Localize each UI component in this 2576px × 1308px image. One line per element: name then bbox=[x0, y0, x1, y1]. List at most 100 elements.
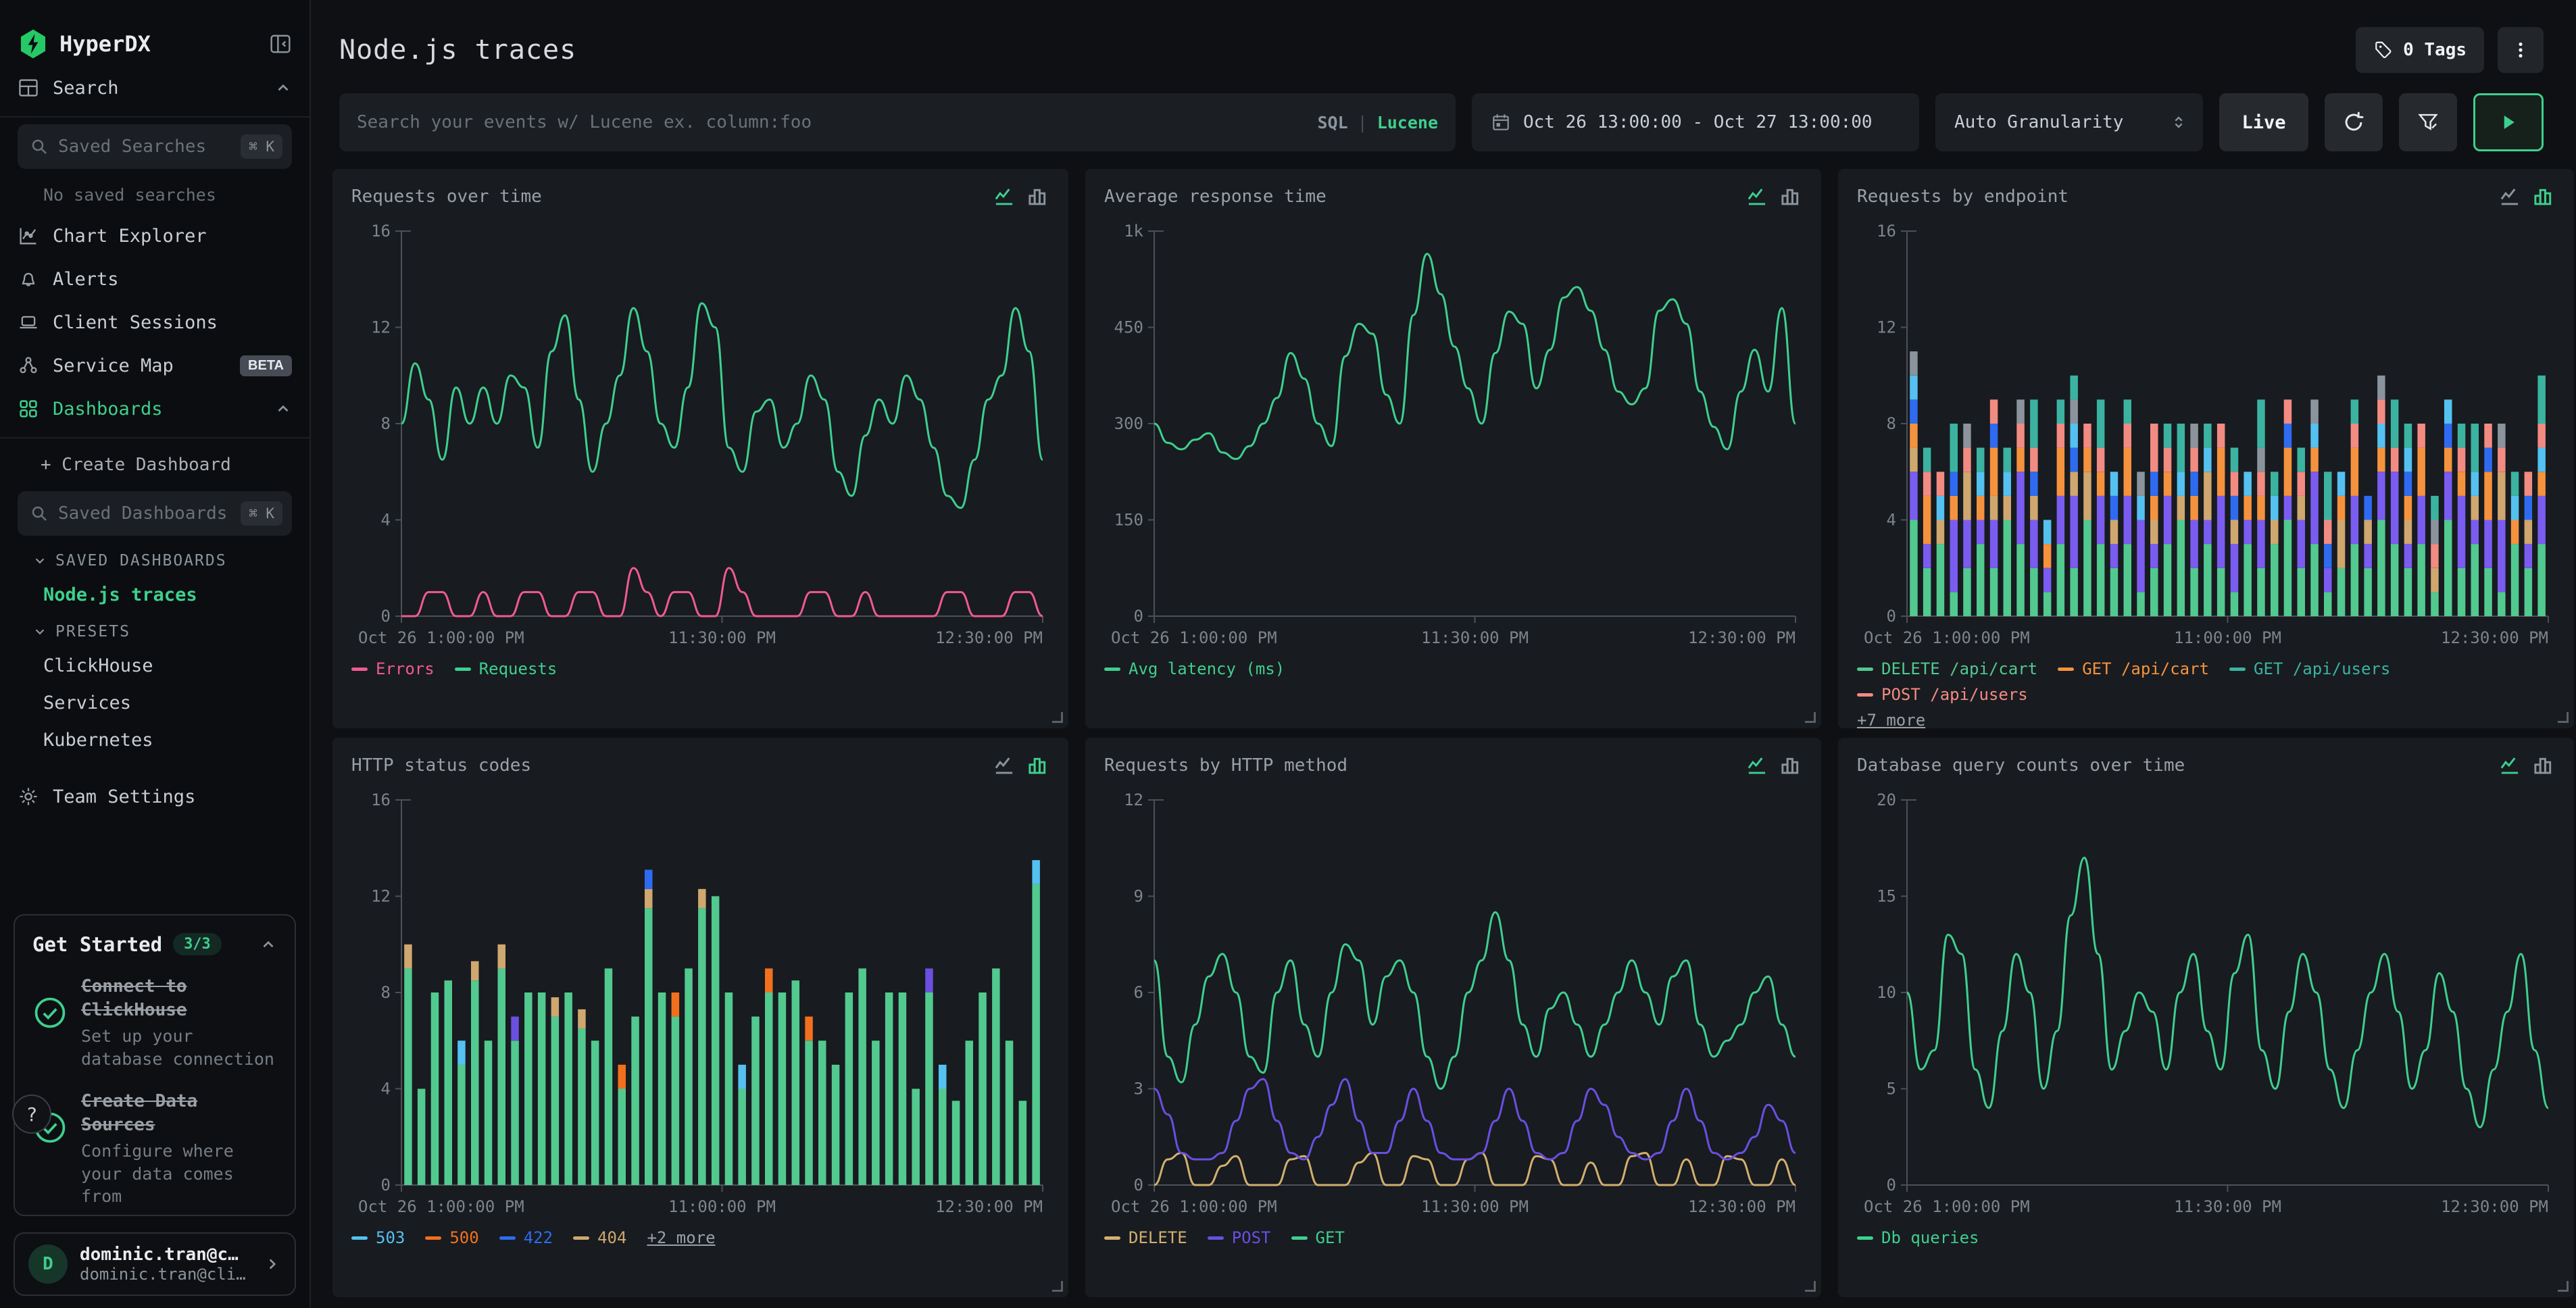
sidebar-item-search[interactable]: Search bbox=[0, 66, 309, 109]
chart-canvas[interactable]: 0481216Oct 26 1:00:00 PM11:00:00 PM12:30… bbox=[1857, 220, 2555, 653]
more-options-button[interactable] bbox=[2498, 27, 2544, 73]
tags-button[interactable]: 0 Tags bbox=[2356, 27, 2484, 73]
get-started-item[interactable]: Create Data Sources Configure where your… bbox=[32, 1090, 277, 1208]
legend-item[interactable]: GET bbox=[1291, 1228, 1345, 1247]
refresh-button[interactable] bbox=[2325, 93, 2383, 151]
sidebar-collapse-icon[interactable] bbox=[269, 32, 292, 55]
legend-item[interactable]: 500 bbox=[425, 1228, 478, 1247]
preset-item-services[interactable]: Services bbox=[0, 684, 309, 722]
chart-canvas[interactable]: 036912Oct 26 1:00:00 PM11:30:00 PM12:30:… bbox=[1104, 789, 1802, 1222]
calendar-icon bbox=[1491, 112, 1511, 132]
granularity-select[interactable]: Auto Granularity bbox=[1935, 93, 2203, 151]
chart-canvas[interactable]: 0481216Oct 26 1:00:00 PM11:00:00 PM12:30… bbox=[351, 789, 1049, 1222]
svg-text:Oct 26 1:00:00 PM: Oct 26 1:00:00 PM bbox=[358, 628, 524, 647]
line-chart-icon[interactable] bbox=[993, 754, 1016, 777]
chart-panel: Database query counts over time 05101520… bbox=[1838, 738, 2574, 1297]
presets-group[interactable]: PRESETS bbox=[0, 613, 309, 647]
panel-title: Database query counts over time bbox=[1857, 755, 2185, 776]
line-chart-icon[interactable] bbox=[2498, 185, 2521, 208]
brand-row: HyperDX bbox=[0, 19, 309, 66]
run-query-button[interactable] bbox=[2473, 93, 2544, 151]
bar-chart-icon[interactable] bbox=[1779, 754, 1802, 777]
legend-item[interactable]: Requests bbox=[455, 659, 558, 678]
svg-text:0: 0 bbox=[1134, 607, 1143, 626]
sidebar-item-dashboards[interactable]: Dashboards bbox=[0, 387, 309, 430]
sidebar-item-service-map[interactable]: Service Map BETA bbox=[0, 344, 309, 387]
chart-canvas[interactable]: 0481216Oct 26 1:00:00 PM11:30:00 PM12:30… bbox=[351, 220, 1049, 653]
sidebar-item-label: Team Settings bbox=[53, 786, 292, 807]
resize-handle[interactable] bbox=[2558, 712, 2569, 723]
panel-title: HTTP status codes bbox=[351, 755, 531, 776]
legend-item[interactable]: GET /api/cart bbox=[2058, 659, 2209, 678]
legend-item[interactable]: Avg latency (ms) bbox=[1104, 659, 1285, 678]
bar-chart-icon[interactable] bbox=[1779, 185, 1802, 208]
granularity-value: Auto Granularity bbox=[1954, 112, 2123, 132]
legend-item[interactable]: POST bbox=[1208, 1228, 1271, 1247]
create-dashboard-button[interactable]: + Create Dashboard bbox=[0, 445, 309, 484]
bar-chart-icon[interactable] bbox=[1026, 185, 1049, 208]
lucene-toggle[interactable]: Lucene bbox=[1377, 113, 1438, 132]
bar-chart-icon[interactable] bbox=[2532, 185, 2555, 208]
date-range-picker[interactable]: Oct 26 13:00:00 - Oct 27 13:00:00 bbox=[1472, 93, 1919, 151]
sql-toggle[interactable]: SQL bbox=[1317, 113, 1347, 132]
live-button[interactable]: Live bbox=[2219, 93, 2308, 151]
panel-title: Requests by HTTP method bbox=[1104, 755, 1347, 776]
legend-item[interactable]: GET /api/users bbox=[2229, 659, 2390, 678]
legend-item[interactable]: 422 bbox=[499, 1228, 553, 1247]
sidebar-item-client-sessions[interactable]: Client Sessions bbox=[0, 301, 309, 344]
chart-canvas[interactable]: 01503004501kOct 26 1:00:00 PM11:30:00 PM… bbox=[1104, 220, 1802, 653]
get-started-item[interactable]: Connect to ClickHouse Set up your databa… bbox=[32, 975, 277, 1071]
legend-item[interactable]: POST /api/users bbox=[1857, 685, 2028, 704]
saved-searches-input[interactable]: Saved Searches ⌘ K bbox=[18, 124, 292, 169]
event-search-input[interactable] bbox=[357, 112, 1317, 132]
filter-button[interactable] bbox=[2399, 93, 2457, 151]
svg-text:4: 4 bbox=[1887, 511, 1896, 530]
legend-item[interactable]: 503 bbox=[351, 1228, 405, 1247]
legend-item[interactable]: DELETE bbox=[1104, 1228, 1187, 1247]
chart-canvas[interactable]: 05101520Oct 26 1:00:00 PM11:30:00 PM12:3… bbox=[1857, 789, 2555, 1222]
help-button[interactable]: ? bbox=[12, 1095, 51, 1134]
dashboard-item-nodejs-traces[interactable]: Node.js traces bbox=[0, 576, 309, 613]
resize-handle[interactable] bbox=[1052, 712, 1063, 723]
line-chart-icon[interactable] bbox=[1745, 185, 1768, 208]
legend-more-link[interactable]: +2 more bbox=[647, 1228, 715, 1247]
svg-text:Oct 26 1:00:00 PM: Oct 26 1:00:00 PM bbox=[358, 1197, 524, 1216]
saved-dashboards-group[interactable]: SAVED DASHBOARDS bbox=[0, 543, 309, 576]
chevron-up-icon[interactable] bbox=[259, 936, 277, 953]
resize-handle[interactable] bbox=[1805, 1281, 1816, 1292]
sidebar-item-team-settings[interactable]: Team Settings bbox=[0, 775, 309, 818]
saved-dashboards-input[interactable]: Saved Dashboards ⌘ K bbox=[18, 491, 292, 536]
legend-item[interactable]: Db queries bbox=[1857, 1228, 1979, 1247]
refresh-icon bbox=[2342, 111, 2365, 134]
resize-handle[interactable] bbox=[2558, 1281, 2569, 1292]
legend-item[interactable]: DELETE /api/cart bbox=[1857, 659, 2037, 678]
svg-text:11:30:00 PM: 11:30:00 PM bbox=[668, 628, 776, 647]
svg-text:4: 4 bbox=[381, 1080, 391, 1099]
svg-text:12: 12 bbox=[371, 887, 391, 906]
svg-text:12:30:00 PM: 12:30:00 PM bbox=[2441, 1197, 2548, 1216]
chart-legend: Db queries bbox=[1857, 1228, 2555, 1247]
preset-item-clickhouse[interactable]: ClickHouse bbox=[0, 647, 309, 684]
beta-badge: BETA bbox=[240, 355, 292, 376]
svg-text:1k: 1k bbox=[1124, 222, 1143, 241]
line-chart-icon[interactable] bbox=[1745, 754, 1768, 777]
sidebar: HyperDX Search Saved Searches ⌘ K No sav… bbox=[0, 0, 311, 1308]
bar-chart-icon[interactable] bbox=[1026, 754, 1049, 777]
svg-text:8: 8 bbox=[381, 983, 391, 1002]
sidebar-item-chart-explorer[interactable]: Chart Explorer bbox=[0, 214, 309, 257]
line-chart-icon[interactable] bbox=[2498, 754, 2521, 777]
chart-panel: Requests over time 0481216Oct 26 1:00:00… bbox=[332, 169, 1068, 728]
preset-item-kubernetes[interactable]: Kubernetes bbox=[0, 722, 309, 759]
resize-handle[interactable] bbox=[1805, 712, 1816, 723]
legend-item[interactable]: Errors bbox=[351, 659, 435, 678]
legend-item[interactable]: 404 bbox=[573, 1228, 626, 1247]
sidebar-item-alerts[interactable]: Alerts bbox=[0, 257, 309, 301]
user-menu[interactable]: D dominic.tran@c… dominic.tran@cli… bbox=[14, 1232, 296, 1296]
sidebar-item-label: Alerts bbox=[53, 269, 292, 290]
svg-text:11:30:00 PM: 11:30:00 PM bbox=[2174, 1197, 2281, 1216]
line-chart-icon[interactable] bbox=[993, 185, 1016, 208]
legend-more-link[interactable]: +7 more bbox=[1857, 711, 2555, 730]
bar-chart-icon[interactable] bbox=[2532, 754, 2555, 777]
resize-handle[interactable] bbox=[1052, 1281, 1063, 1292]
event-search-box[interactable]: SQL | Lucene bbox=[339, 93, 1456, 151]
